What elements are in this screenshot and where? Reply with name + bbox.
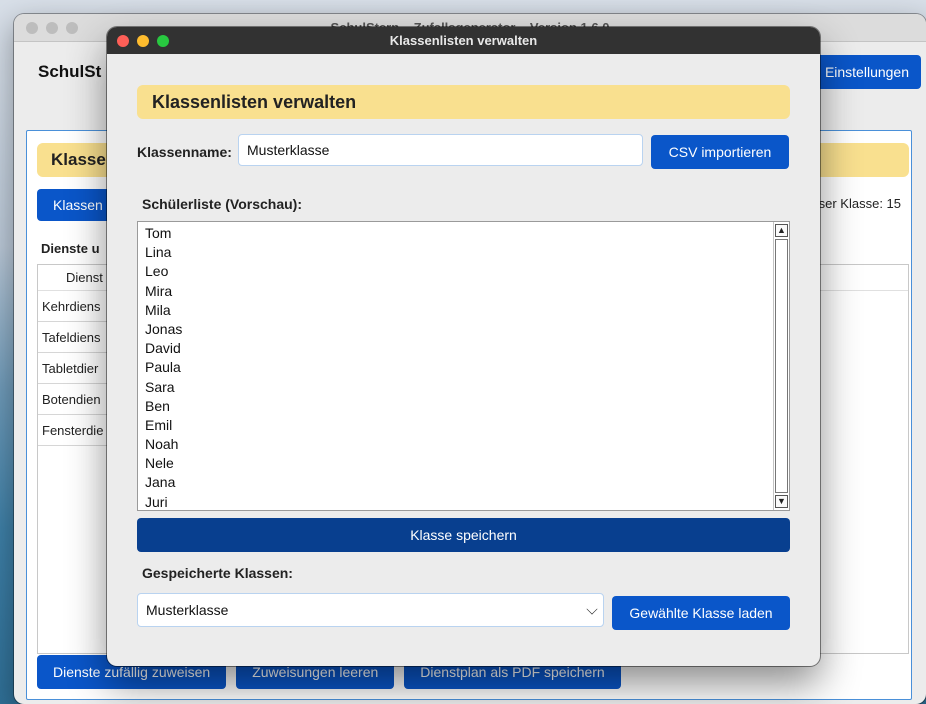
load-class-button[interactable]: Gewählte Klasse laden [612,596,790,630]
student-list[interactable]: Tom Lina Leo Mira Mila Jonas David Paula… [137,221,790,511]
class-name-label: Klassenname: [137,144,232,160]
list-item[interactable]: Lina [145,243,182,262]
scroll-track[interactable] [775,239,788,493]
duties-section-label: Dienste u [41,241,100,256]
list-item[interactable]: Tom [145,224,182,243]
close-icon[interactable] [26,22,38,34]
list-item[interactable]: Paula [145,358,182,377]
list-item[interactable]: Jana [145,473,182,492]
list-item[interactable]: Nele [145,454,182,473]
table-row[interactable]: Fensterdie [38,415,108,446]
table-row[interactable]: Botendien [38,384,108,415]
dialog-titlebar: Klassenlisten verwalten [107,27,820,54]
student-list-scrollbar[interactable]: ▲ ▼ [773,222,789,510]
saved-class-select-value: Musterklasse [146,602,229,618]
list-item[interactable]: Noah [145,435,182,454]
save-class-button[interactable]: Klasse speichern [137,518,790,552]
list-item[interactable]: Sara [145,378,182,397]
table-row[interactable]: Tabletdier [38,353,108,384]
dialog-header: Klassenlisten verwalten [137,85,790,119]
scroll-down-icon[interactable]: ▼ [775,495,788,508]
csv-import-button[interactable]: CSV importieren [651,135,789,169]
class-name-input[interactable] [238,134,643,166]
main-window-controls [26,22,78,34]
class-count-label: ser Klasse: 15 [818,196,901,211]
list-item[interactable]: Ben [145,397,182,416]
list-item[interactable]: Leo [145,262,182,281]
chevron-down-icon [586,603,598,615]
class-list-dialog: Klassenlisten verwalten Klassenlisten ve… [107,27,820,666]
list-item[interactable]: David [145,339,182,358]
settings-button[interactable]: Einstellungen [812,55,921,89]
saved-class-select[interactable]: Musterklasse [137,593,604,627]
zoom-icon[interactable] [66,22,78,34]
zoom-icon[interactable] [157,35,169,47]
scroll-up-icon[interactable]: ▲ [775,224,788,237]
student-list-items: Tom Lina Leo Mira Mila Jonas David Paula… [145,224,182,510]
list-item[interactable]: Jonas [145,320,182,339]
close-icon[interactable] [117,35,129,47]
dialog-title: Klassenlisten verwalten [389,33,538,48]
app-title: SchulSt [38,62,102,81]
dialog-window-controls [117,35,169,47]
list-item[interactable]: Mira [145,282,182,301]
list-item[interactable]: Emil [145,416,182,435]
student-list-label: Schülerliste (Vorschau): [142,196,303,212]
minimize-icon[interactable] [137,35,149,47]
saved-classes-label: Gespeicherte Klassen: [142,565,293,581]
list-item[interactable]: Mila [145,301,182,320]
list-item[interactable]: Juri [145,493,182,510]
minimize-icon[interactable] [46,22,58,34]
table-row[interactable]: Kehrdiens [38,291,108,322]
table-row[interactable]: Tafeldiens [38,322,108,353]
